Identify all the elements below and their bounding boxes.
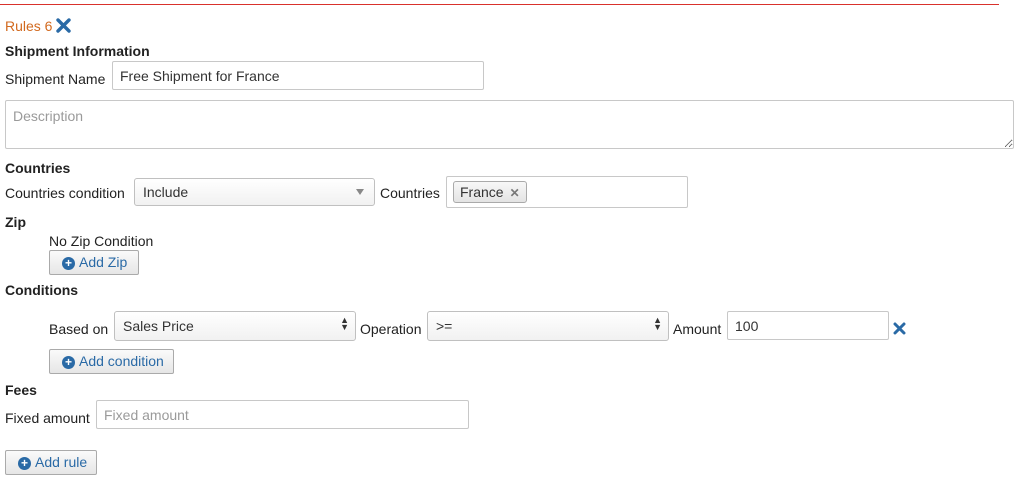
conditions-section-heading: Conditions [5,282,79,298]
fixed-amount-label: Fixed amount [5,410,90,426]
remove-tag-icon[interactable]: ✕ [510,186,520,200]
based-on-label: Based on [49,321,109,337]
add-zip-label: Add Zip [79,254,128,270]
shipment-name-label: Shipment Name [5,71,106,87]
updown-arrows-icon: ▲ ▼ [340,315,349,332]
plus-circle-icon: + [18,457,31,470]
description-textarea[interactable] [5,100,1014,149]
top-divider [0,4,999,5]
operation-value: >= [436,318,453,334]
add-rule-label: Add rule [35,454,88,470]
plus-circle-icon: + [62,257,75,270]
countries-condition-value: Include [143,184,189,200]
countries-condition-label: Countries condition [5,185,125,201]
country-tag: France ✕ [453,181,527,203]
countries-condition-select[interactable]: Include [134,178,375,206]
chevron-down-icon [356,189,364,195]
add-zip-button[interactable]: + Add Zip [49,250,139,275]
fixed-amount-input[interactable] [96,400,469,429]
amount-label: Amount [673,321,722,337]
country-tag-label: France [460,184,504,200]
based-on-value: Sales Price [123,318,194,334]
plus-circle-icon: + [62,356,75,369]
operation-select[interactable]: >= ▲ ▼ [427,311,669,341]
zip-section-heading: Zip [5,214,26,230]
shipment-name-input[interactable] [112,61,484,90]
countries-multiselect[interactable]: France ✕ [446,176,688,208]
amount-input[interactable] [727,311,889,340]
close-icon[interactable] [56,18,71,33]
add-condition-label: Add condition [79,353,164,369]
operation-label: Operation [360,321,422,337]
zip-status-text: No Zip Condition [49,233,154,249]
shipment-section-heading: Shipment Information [5,43,150,59]
countries-section-heading: Countries [5,160,71,176]
remove-condition-icon[interactable] [893,322,907,336]
countries-label: Countries [380,185,440,201]
updown-arrows-icon: ▲ ▼ [653,315,662,332]
add-rule-button[interactable]: + Add rule [5,450,97,475]
add-condition-button[interactable]: + Add condition [49,349,174,374]
rules-title: Rules 6 [5,18,53,34]
fees-section-heading: Fees [5,382,37,398]
based-on-select[interactable]: Sales Price ▲ ▼ [114,311,356,341]
